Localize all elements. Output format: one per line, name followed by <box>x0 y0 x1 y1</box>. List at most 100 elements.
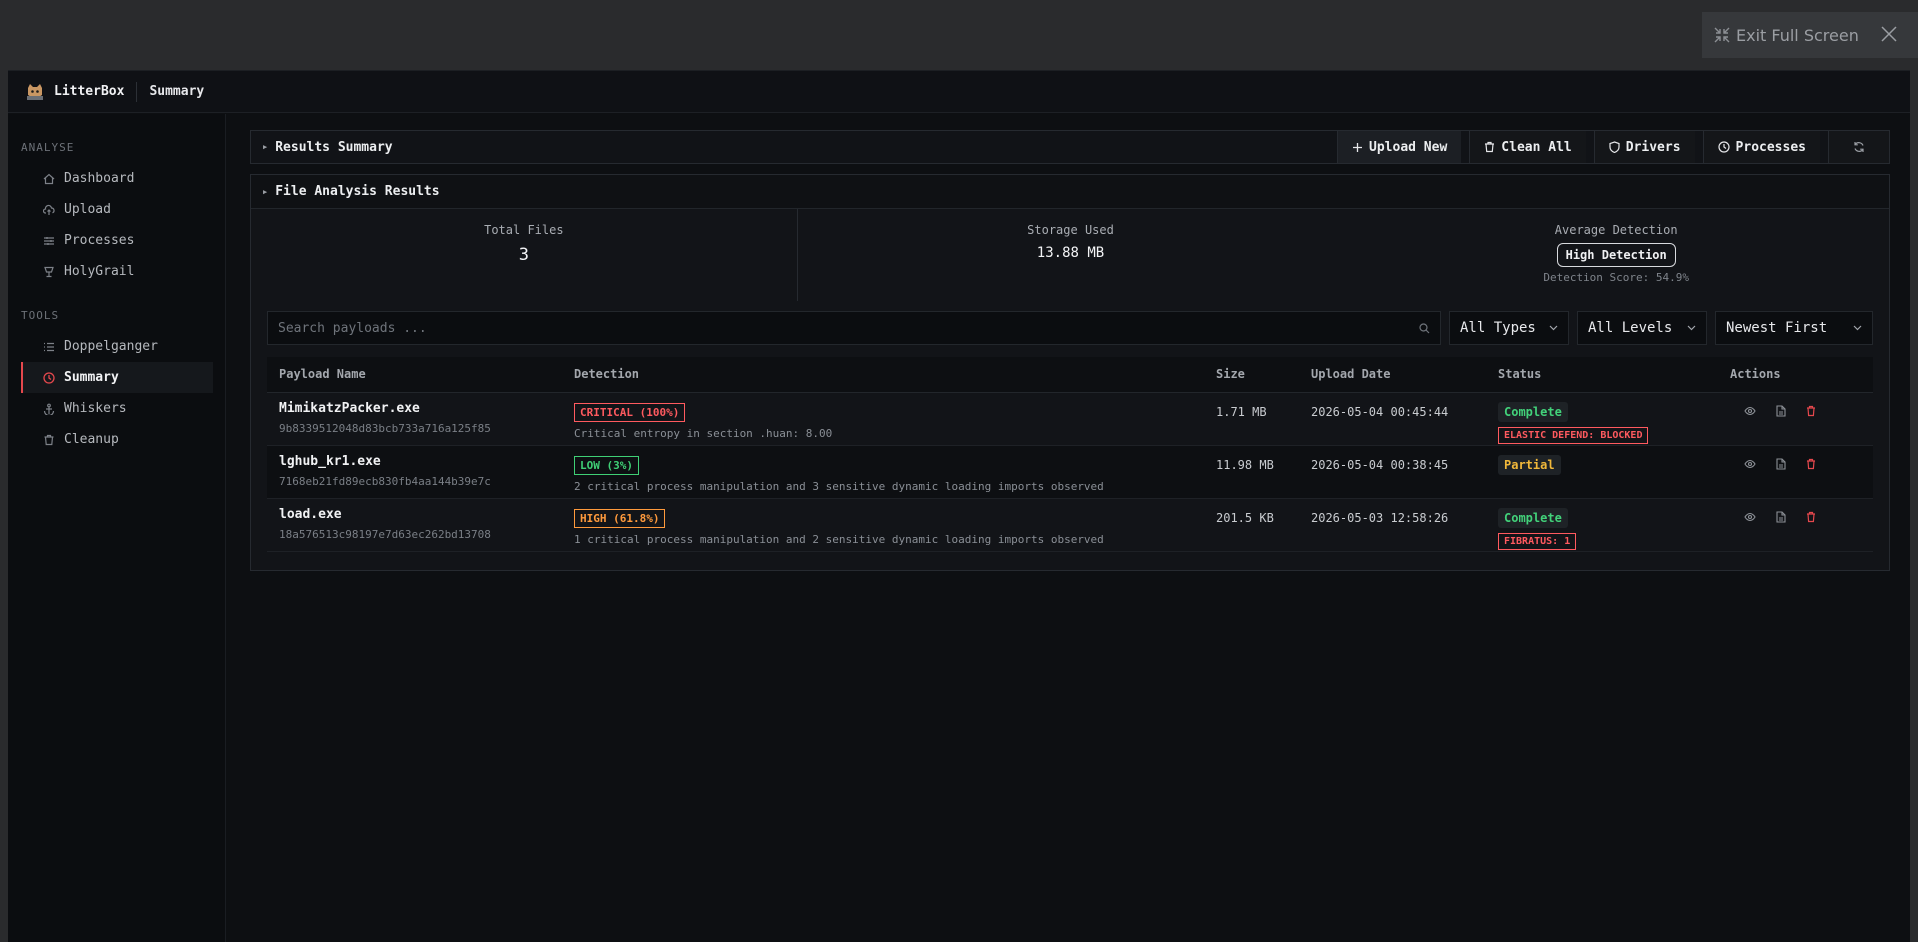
type-filter-select[interactable]: All Types <box>1449 311 1569 345</box>
column-header[interactable]: Size <box>1204 357 1299 393</box>
sidebar-item-cleanup[interactable]: Cleanup <box>21 424 213 455</box>
sidebar-item-dashboard[interactable]: Dashboard <box>21 163 213 194</box>
results-summary-toggle[interactable]: ▶ Results Summary <box>251 140 393 155</box>
level-filter-value: All Levels <box>1588 320 1673 336</box>
view-eye-icon[interactable] <box>1744 511 1756 523</box>
sidebar-item-label: Upload <box>64 202 111 217</box>
stat-average-detection: Average Detection High Detection Detecti… <box>1343 209 1889 301</box>
home-icon <box>43 173 55 185</box>
report-file-icon[interactable] <box>1776 510 1786 523</box>
cat-logo-icon <box>26 83 44 100</box>
drivers-button[interactable]: Drivers <box>1593 131 1695 163</box>
sidebar-item-label: Doppelganger <box>64 339 158 354</box>
payload-name[interactable]: load.exe <box>279 507 562 522</box>
file-analysis-title: File Analysis Results <box>275 184 440 199</box>
payload-hash: 9b8339512048d83bcb733a716a125f85 <box>279 421 491 435</box>
edr-tag: FIBRATUS: 1 <box>1498 532 1577 550</box>
column-header[interactable]: Detection <box>562 357 1204 393</box>
column-header[interactable]: Payload Name <box>267 357 562 393</box>
search-input[interactable]: Search payloads ... <box>267 311 1441 345</box>
status-badge: Complete <box>1498 401 1568 422</box>
column-header[interactable]: Status <box>1486 357 1718 393</box>
sidebar-item-whiskers[interactable]: Whiskers <box>21 393 213 424</box>
search-icon <box>1419 322 1430 334</box>
table-row[interactable]: MimikatzPacker.exe 9b8339512048d83bcb733a… <box>267 392 1873 446</box>
stat-value: 13.88 MB <box>1036 245 1105 261</box>
table-row[interactable]: lghub_kr1.exe 7168eb21fd89ecb830fb4aa144b… <box>267 445 1873 499</box>
detection-description: 2 critical process manipulation and 3 se… <box>574 479 1104 493</box>
sliders-icon <box>43 235 55 247</box>
sidebar-item-doppelganger[interactable]: Doppelganger <box>21 331 213 362</box>
upload-new-label: Upload New <box>1369 139 1448 155</box>
filters-row: Search payloads ... All Types All Levels… <box>251 301 1889 357</box>
table-header-row: Payload Name Detection Size Upload Date … <box>267 357 1873 393</box>
status-badge: Complete <box>1498 507 1568 528</box>
payload-name[interactable]: lghub_kr1.exe <box>279 454 562 469</box>
sidebar-item-upload[interactable]: Upload <box>21 194 213 225</box>
refresh-button[interactable] <box>1828 131 1889 163</box>
payload-hash: 18a576513c98197e7d63ec262bd13708 <box>279 527 491 541</box>
sidebar-item-label: Cleanup <box>64 432 119 447</box>
upload-cloud-icon <box>43 204 55 216</box>
stat-total-files: Total Files 3 <box>251 209 798 301</box>
processes-label: Processes <box>1735 139 1806 155</box>
detection-badge: HIGH (61.8%) <box>574 508 666 528</box>
chevron-down-icon <box>1853 325 1862 331</box>
collapse-triangle-icon: ▶ <box>263 187 268 196</box>
stat-storage: Storage Used 13.88 MB <box>798 209 1344 301</box>
brand[interactable]: LitterBox <box>26 83 124 100</box>
stats-row: Total Files 3 Storage Used 13.88 MB Aver… <box>251 209 1889 301</box>
sidebar: ANALYSE Dashboard Upload Processes HolyG… <box>8 114 226 942</box>
view-eye-icon[interactable] <box>1744 405 1756 417</box>
detection-badge: LOW (3%) <box>574 455 639 475</box>
payload-hash: 7168eb21fd89ecb830fb4aa144b39e7c <box>279 474 491 488</box>
results-summary-bar: ▶ Results Summary Upload New Clean All D… <box>250 130 1890 164</box>
toolbar: Upload New Clean All Drivers Processes <box>1337 131 1889 163</box>
close-icon[interactable] <box>1880 25 1898 43</box>
anchor-icon <box>43 403 55 415</box>
column-header: Actions <box>1718 357 1873 393</box>
collapse-triangle-icon: ▶ <box>263 143 268 151</box>
sidebar-item-label: Summary <box>64 370 119 385</box>
level-filter-select[interactable]: All Levels <box>1577 311 1707 345</box>
detection-score: Detection Score: 54.9% <box>1543 271 1690 284</box>
file-size: 1.71 MB <box>1216 404 1267 419</box>
payload-name[interactable]: MimikatzPacker.exe <box>279 401 562 416</box>
processes-button[interactable]: Processes <box>1702 131 1820 163</box>
file-size: 11.98 MB <box>1216 457 1274 472</box>
sidebar-section-analyse: ANALYSE <box>21 141 75 154</box>
sidebar-item-holygrail[interactable]: HolyGrail <box>21 256 213 287</box>
delete-trash-icon[interactable] <box>1806 405 1816 417</box>
upload-date: 2026-05-03 12:58:26 <box>1311 510 1449 525</box>
row-actions <box>1730 401 1873 417</box>
trash-icon <box>43 434 55 446</box>
delete-trash-icon[interactable] <box>1806 511 1816 523</box>
clean-all-button[interactable]: Clean All <box>1469 131 1586 163</box>
table-row[interactable]: load.exe 18a576513c98197e7d63ec262bd13708… <box>267 498 1873 552</box>
delete-trash-icon[interactable] <box>1806 458 1816 470</box>
minimize-arrows-icon <box>1714 27 1730 43</box>
stat-label: Storage Used <box>1027 223 1114 237</box>
view-eye-icon[interactable] <box>1744 458 1756 470</box>
chalice-icon <box>43 266 55 278</box>
exit-fullscreen-label: Exit Full Screen <box>1736 25 1859 45</box>
payloads-table: Payload Name Detection Size Upload Date … <box>267 357 1873 552</box>
detection-level-badge: High Detection <box>1556 243 1676 267</box>
stat-label: Total Files <box>484 223 564 237</box>
sidebar-item-processes[interactable]: Processes <box>21 225 213 256</box>
refresh-icon <box>1853 141 1865 153</box>
sort-select[interactable]: Newest First <box>1715 311 1873 345</box>
column-header[interactable]: Upload Date <box>1299 357 1486 393</box>
sidebar-item-label: HolyGrail <box>64 264 135 279</box>
app-window: LitterBox Summary ANALYSE Dashboard Uplo… <box>8 70 1910 942</box>
file-analysis-bar: ▶ File Analysis Results <box>251 175 1889 209</box>
upload-date: 2026-05-04 00:45:44 <box>1311 404 1449 419</box>
sidebar-item-summary[interactable]: Summary <box>21 362 213 393</box>
report-file-icon[interactable] <box>1776 404 1786 417</box>
exit-fullscreen-button[interactable]: Exit Full Screen <box>1714 26 1859 45</box>
plus-icon <box>1352 142 1363 153</box>
upload-new-button[interactable]: Upload New <box>1337 131 1462 163</box>
file-analysis-toggle[interactable]: ▶ File Analysis Results <box>251 184 440 199</box>
report-file-icon[interactable] <box>1776 457 1786 470</box>
results-summary-title: Results Summary <box>275 139 393 155</box>
